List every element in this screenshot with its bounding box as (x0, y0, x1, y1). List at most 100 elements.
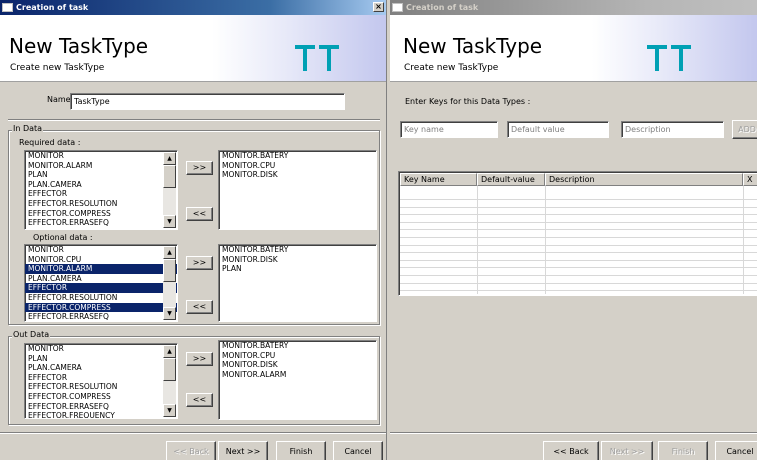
col-key-name[interactable]: Key Name (400, 173, 477, 186)
list-item[interactable]: MONITOR.CPU (25, 255, 177, 265)
finish-button[interactable]: Finish (658, 441, 708, 460)
list-item[interactable]: EFFECTOR.RESOLUTION (25, 382, 177, 392)
default-value-field[interactable]: Default value (507, 121, 609, 138)
col-delete[interactable]: X (743, 173, 757, 186)
list-item[interactable]: MONITOR.BATERY (219, 151, 376, 161)
right-window: Creation of task New TaskType Create new… (390, 0, 757, 460)
cancel-button[interactable]: Cancel (333, 441, 383, 460)
list-item[interactable]: EFFECTOR.FREQUENCY (25, 411, 177, 418)
list-item[interactable]: EFFECTOR (25, 189, 177, 199)
list-item[interactable]: EFFECTOR.ERRASEFQ (25, 218, 177, 228)
add-out-button[interactable]: >> (186, 352, 213, 366)
list-item[interactable]: PLAN (25, 354, 177, 364)
list-item[interactable]: PLAN.CAMERA (25, 363, 177, 373)
required-selected-list[interactable]: MONITOR.BATERY MONITOR.CPU MONITOR.DISK (218, 150, 377, 230)
page-title: New TaskType (9, 34, 149, 58)
list-item[interactable]: EFFECTOR.COMPRESS (25, 302, 177, 313)
list-item[interactable]: MONITOR.BATERY (219, 245, 376, 255)
scroll-down-icon[interactable]: ▼ (163, 307, 176, 320)
wizard-header: New TaskType Create new TaskType (390, 15, 757, 82)
remove-out-button[interactable]: << (186, 393, 213, 407)
list-item[interactable]: EFFECTOR (25, 373, 177, 383)
list-item[interactable]: MONITOR.CPU (219, 161, 376, 171)
scroll-up-icon[interactable]: ▲ (163, 345, 176, 358)
list-item[interactable]: MONITOR (25, 344, 177, 354)
list-item[interactable]: EFFECTOR.ERRASEFQ (25, 312, 177, 321)
list-item[interactable]: EFFECTOR (25, 283, 177, 293)
back-button[interactable]: << Back (543, 441, 599, 460)
table-row (400, 237, 757, 238)
table-header: Key Name Default-value Description X (400, 173, 757, 186)
list-item[interactable]: EFFECTOR.RESOLUTION (25, 293, 177, 303)
table-row (400, 244, 757, 246)
list-item[interactable]: EFFECTOR.RESOLUTION (25, 199, 177, 209)
list-item[interactable]: EFFECTOR.COMPRESS (25, 209, 177, 219)
required-data-label: Required data : (19, 138, 81, 147)
list-item[interactable]: MONITOR.ALARM (25, 264, 177, 274)
list-item[interactable]: MONITOR.ALARM (25, 161, 177, 171)
list-item[interactable]: MONITOR (25, 151, 177, 161)
add-required-button[interactable]: >> (186, 161, 213, 175)
finish-button[interactable]: Finish (276, 441, 326, 460)
table-column-line (477, 186, 478, 294)
list-item[interactable]: PLAN (219, 264, 376, 274)
list-item[interactable]: MONITOR.DISK (219, 170, 376, 180)
remove-required-button[interactable]: << (186, 207, 213, 221)
required-available-list[interactable]: MONITOR MONITOR.ALARM PLAN PLAN.CAMERA EFFEC… (24, 150, 178, 230)
list-item[interactable]: PLAN.CAMERA (25, 180, 177, 190)
table-row (400, 259, 757, 261)
scroll-up-icon[interactable]: ▲ (163, 246, 176, 259)
list-item[interactable]: MONITOR.ALARM (219, 370, 376, 380)
scrollbar[interactable]: ▲ ▼ (163, 345, 176, 417)
close-icon[interactable]: × (373, 2, 384, 12)
out-available-list[interactable]: MONITOR PLAN PLAN.CAMERA EFFECTOR EFFECTOR.R… (24, 343, 178, 419)
optional-selected-list[interactable]: MONITOR.BATERY MONITOR.DISK PLAN (218, 244, 377, 322)
name-field[interactable]: TaskType (70, 93, 345, 110)
list-item[interactable]: PLAN.CAMERA (25, 274, 177, 284)
footer-divider (0, 432, 386, 434)
table-row (400, 290, 757, 292)
description-field[interactable]: Description (621, 121, 724, 138)
in-data-legend: In Data (12, 124, 44, 133)
out-selected-list[interactable]: MONITOR.BATERY MONITOR.CPU MONITOR.DISK MON… (218, 340, 377, 420)
scroll-thumb[interactable] (163, 259, 176, 282)
list-item[interactable]: MONITOR (25, 245, 177, 255)
scroll-down-icon[interactable]: ▼ (163, 215, 176, 228)
list-item[interactable]: PLAN (25, 170, 177, 180)
col-description[interactable]: Description (545, 173, 743, 186)
list-item[interactable]: EFFECTOR.ERRASEFQ (25, 402, 177, 412)
list-item[interactable]: MONITOR.BATERY (219, 341, 376, 351)
keys-table[interactable]: Key Name Default-value Description X (398, 171, 757, 296)
list-item[interactable]: MONITOR.CPU (219, 351, 376, 361)
divider (8, 119, 380, 121)
title-bar: Creation of task × (0, 0, 386, 15)
scrollbar[interactable]: ▲ ▼ (163, 246, 176, 320)
list-item[interactable]: MONITOR.DISK (219, 360, 376, 370)
table-column-line (743, 186, 744, 294)
back-button[interactable]: << Back (166, 441, 216, 460)
footer-divider (390, 432, 757, 434)
scroll-thumb[interactable] (163, 358, 176, 381)
add-key-button[interactable]: ADD (732, 120, 757, 139)
remove-optional-button[interactable]: << (186, 300, 213, 314)
page-title: New TaskType (403, 34, 543, 58)
add-optional-button[interactable]: >> (186, 256, 213, 270)
scroll-down-icon[interactable]: ▼ (163, 404, 176, 417)
page-subtitle: Create new TaskType (10, 63, 105, 73)
key-name-field[interactable]: Key name (400, 121, 498, 138)
table-row (400, 206, 757, 208)
scroll-thumb[interactable] (163, 165, 176, 188)
scroll-up-icon[interactable]: ▲ (163, 152, 176, 165)
next-button[interactable]: Next >> (218, 441, 268, 460)
optional-available-list[interactable]: MONITOR MONITOR.CPU MONITOR.ALARM PLAN.CAME… (24, 244, 178, 322)
next-button[interactable]: Next >> (601, 441, 653, 460)
table-row (400, 229, 757, 231)
cancel-button[interactable]: Cancel (715, 441, 757, 460)
app-icon (392, 3, 403, 12)
list-item[interactable]: MONITOR.DISK (219, 255, 376, 265)
list-item[interactable]: EFFECTOR.COMPRESS (25, 392, 177, 402)
left-window: Creation of task × New TaskType Create n… (0, 0, 387, 460)
scrollbar[interactable]: ▲ ▼ (163, 152, 176, 228)
col-default-value[interactable]: Default-value (477, 173, 545, 186)
name-label: Name (47, 95, 71, 104)
